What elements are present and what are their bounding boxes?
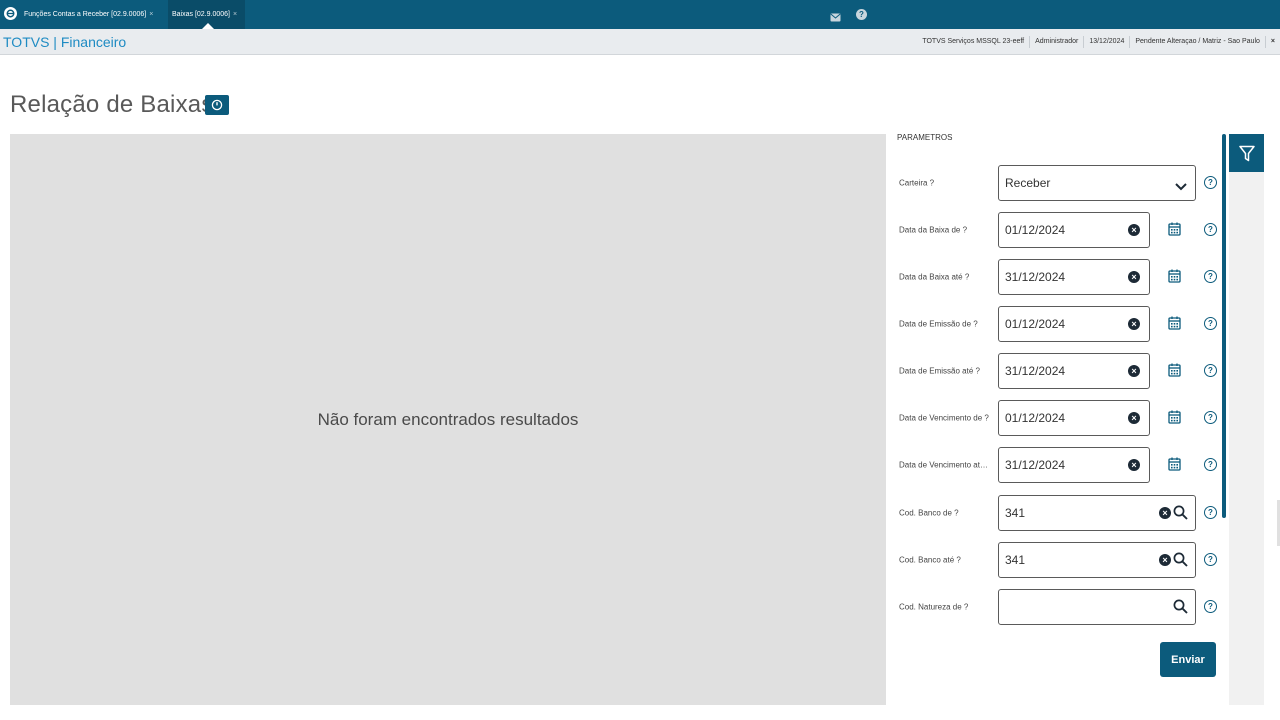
- app-header: TOTVS | Financeiro TOTVS Serviços MSSQL …: [0, 29, 1280, 55]
- lookup-field[interactable]: 341 ×: [998, 542, 1196, 578]
- param-row-data-baixa-ate: Data da Baixa até ? 31/12/2024 × ?: [897, 259, 1222, 295]
- clear-icon[interactable]: ×: [1128, 271, 1140, 283]
- tab-baixas[interactable]: Baixas [02.9.0006] ×: [168, 0, 245, 29]
- chevron-down-icon[interactable]: [1175, 178, 1187, 196]
- param-label: Data de Emissão de ?: [899, 319, 978, 329]
- tab-label: Funções Contas a Receber [02.9.0006]: [24, 11, 147, 18]
- info-icon[interactable]: [205, 95, 229, 115]
- param-row-cod-banco-ate: Cod. Banco até ? 341 × ?: [897, 542, 1222, 578]
- param-row-cod-banco-de: Cod. Banco de ? 341 × ?: [897, 495, 1222, 531]
- param-row-data-emissao-de: Data de Emissão de ? 01/12/2024 × ?: [897, 306, 1222, 342]
- date-field[interactable]: 31/12/2024 ×: [998, 353, 1150, 389]
- empty-results-message: Não foram encontrados resultados: [317, 410, 579, 429]
- help-icon[interactable]: ?: [1204, 553, 1217, 566]
- tab-close-icon[interactable]: ×: [233, 11, 237, 18]
- param-row-data-vencimento-ate: Data de Vencimento até ? 31/12/2024 × ?: [897, 447, 1222, 483]
- date-field[interactable]: 01/12/2024 ×: [998, 400, 1150, 436]
- date-field[interactable]: 31/12/2024 ×: [998, 447, 1150, 483]
- brand-title[interactable]: TOTVS | Financeiro: [3, 34, 126, 50]
- date-value: 01/12/2024: [1005, 223, 1066, 237]
- results-panel: Não foram encontrados resultados: [10, 134, 886, 705]
- date-info[interactable]: 13/12/2024: [1083, 36, 1129, 48]
- date-field[interactable]: 01/12/2024 ×: [998, 306, 1150, 342]
- help-icon[interactable]: ?: [1204, 458, 1217, 471]
- date-value: 31/12/2024: [1005, 270, 1066, 284]
- clear-icon[interactable]: ×: [1159, 554, 1171, 566]
- clear-icon[interactable]: ×: [1159, 507, 1171, 519]
- clear-icon[interactable]: ×: [1128, 459, 1140, 471]
- help-icon[interactable]: ?: [1204, 176, 1217, 189]
- top-tab-bar: Funções Contas a Receber [02.9.0006] × B…: [0, 0, 1280, 29]
- select-value: Receber: [1005, 176, 1051, 190]
- param-row-data-emissao-ate: Data de Emissão até ? 31/12/2024 × ?: [897, 353, 1222, 389]
- param-label: Cod. Natureza de ?: [899, 602, 969, 612]
- calendar-icon[interactable]: [1168, 316, 1181, 335]
- close-icon[interactable]: ×: [1264, 36, 1280, 48]
- filter-sidebar: [1229, 134, 1264, 705]
- param-label: Data de Vencimento até ?: [899, 460, 989, 470]
- lookup-field[interactable]: 341 ×: [998, 495, 1196, 531]
- help-icon[interactable]: ?: [1204, 364, 1217, 377]
- user-info[interactable]: Administrador: [1029, 36, 1083, 48]
- param-row-data-vencimento-de: Data de Vencimento de ? 01/12/2024 × ?: [897, 400, 1222, 436]
- help-icon[interactable]: ?: [856, 9, 867, 20]
- parameters-title: PARAMETROS: [897, 133, 953, 142]
- tab-label: Baixas [02.9.0006]: [172, 11, 230, 18]
- param-label: Carteira ?: [899, 178, 935, 188]
- date-field[interactable]: 31/12/2024 ×: [998, 259, 1150, 295]
- mail-icon[interactable]: [830, 9, 841, 27]
- calendar-icon[interactable]: [1168, 222, 1181, 241]
- date-value: 01/12/2024: [1005, 411, 1066, 425]
- environment-info: TOTVS Serviços MSSQL 23-eeff Administrad…: [917, 29, 1280, 55]
- help-icon[interactable]: ?: [1204, 317, 1217, 330]
- date-field[interactable]: 01/12/2024 ×: [998, 212, 1150, 248]
- param-label: Data de Vencimento de ?: [899, 413, 989, 423]
- lookup-value: 341: [1005, 506, 1026, 520]
- param-row-carteira: Carteira ? Receber ?: [897, 165, 1222, 201]
- param-label: Data de Emissão até ?: [899, 366, 980, 376]
- send-button[interactable]: Enviar: [1160, 642, 1216, 677]
- clear-icon[interactable]: ×: [1128, 412, 1140, 424]
- param-label: Data da Baixa até ?: [899, 272, 970, 282]
- calendar-icon[interactable]: [1168, 410, 1181, 429]
- search-icon[interactable]: [1173, 552, 1188, 572]
- calendar-icon[interactable]: [1168, 457, 1181, 476]
- search-icon[interactable]: [1173, 599, 1188, 619]
- filter-icon[interactable]: [1229, 134, 1264, 172]
- param-row-cod-natureza-de: Cod. Natureza de ? ?: [897, 589, 1222, 625]
- param-label: Cod. Banco de ?: [899, 508, 959, 518]
- help-icon[interactable]: ?: [1204, 506, 1217, 519]
- parameters-scrollbar[interactable]: [1222, 134, 1226, 518]
- help-icon[interactable]: ?: [1204, 600, 1217, 613]
- totvs-logo-icon[interactable]: [4, 7, 17, 20]
- calendar-icon[interactable]: [1168, 269, 1181, 288]
- help-icon[interactable]: ?: [1204, 270, 1217, 283]
- tab-funcoes-contas-receber[interactable]: Funções Contas a Receber [02.9.0006] ×: [24, 0, 153, 29]
- page-title: Relação de Baixas: [10, 91, 214, 118]
- date-value: 31/12/2024: [1005, 458, 1066, 472]
- branch-info[interactable]: Pendente Alteraçao / Matriz - Sao Paulo: [1129, 36, 1265, 48]
- param-label: Cod. Banco até ?: [899, 555, 961, 565]
- clear-icon[interactable]: ×: [1128, 365, 1140, 377]
- tab-close-icon[interactable]: ×: [149, 11, 153, 18]
- lookup-value: 341: [1005, 553, 1026, 567]
- help-icon[interactable]: ?: [1204, 411, 1217, 424]
- lookup-field[interactable]: [998, 589, 1196, 625]
- param-label: Data da Baixa de ?: [899, 225, 968, 235]
- calendar-icon[interactable]: [1168, 363, 1181, 382]
- param-row-data-baixa-de: Data da Baixa de ? 01/12/2024 × ?: [897, 212, 1222, 248]
- search-icon[interactable]: [1173, 505, 1188, 525]
- date-value: 01/12/2024: [1005, 317, 1066, 331]
- carteira-select[interactable]: Receber: [998, 165, 1196, 201]
- date-value: 31/12/2024: [1005, 364, 1066, 378]
- clear-icon[interactable]: ×: [1128, 318, 1140, 330]
- clear-icon[interactable]: ×: [1128, 224, 1140, 236]
- help-icon[interactable]: ?: [1204, 223, 1217, 236]
- server-info[interactable]: TOTVS Serviços MSSQL 23-eeff: [917, 36, 1029, 48]
